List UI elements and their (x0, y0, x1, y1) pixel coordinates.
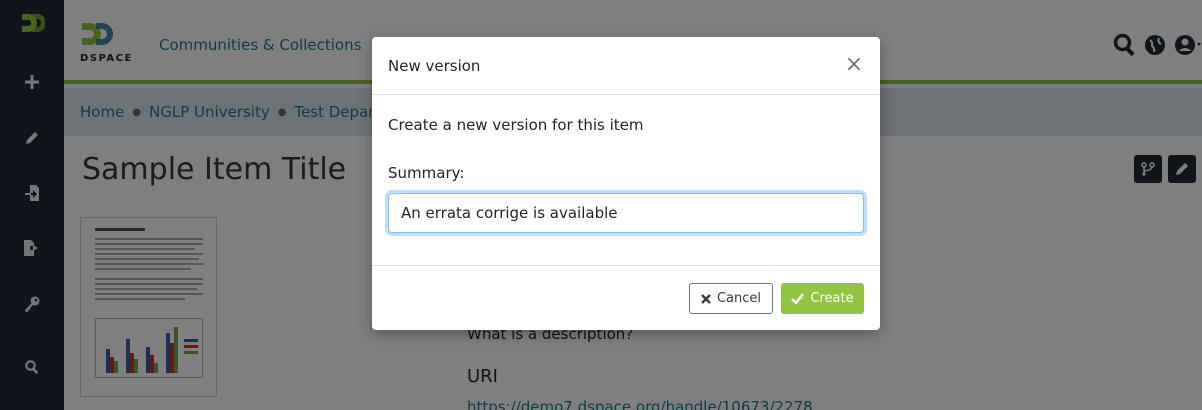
cancel-button[interactable]: Cancel (689, 283, 773, 314)
modal-header: New version × (372, 37, 880, 95)
new-version-modal: New version × Create a new version for t… (372, 37, 880, 330)
close-icon (701, 293, 711, 304)
close-icon[interactable]: × (842, 52, 866, 78)
create-button-label: Create (810, 291, 854, 306)
modal-prompt: Create a new version for this item (388, 116, 644, 134)
check-icon (791, 293, 805, 304)
summary-label: Summary: (388, 164, 465, 182)
create-button[interactable]: Create (781, 283, 864, 314)
modal-footer: Cancel Create (372, 265, 880, 330)
cancel-button-label: Cancel (716, 291, 762, 306)
modal-title: New version (388, 57, 481, 75)
summary-input[interactable] (388, 193, 864, 233)
